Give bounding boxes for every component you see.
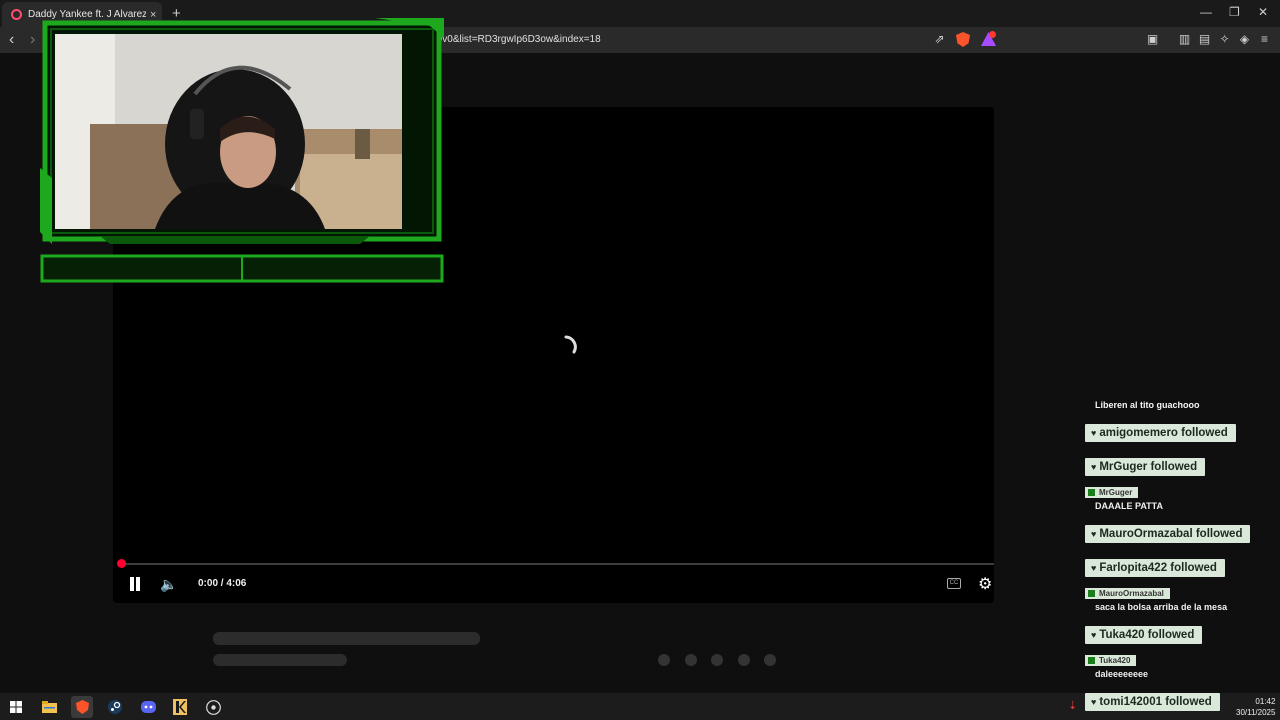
wallet-icon[interactable]: ▤ (1198, 33, 1211, 46)
heart-icon: ♥ (1091, 697, 1097, 707)
windows-start-icon[interactable] (5, 696, 27, 718)
clock-date: 30/11/2025 (1236, 708, 1276, 717)
webcam-name-bar (40, 254, 444, 283)
youtube-favicon-icon (11, 9, 22, 20)
chat-username: MauroOrmazabal (1085, 588, 1170, 599)
follow-alert: ♥ Tuka420 followed (1085, 626, 1203, 644)
chat-message: Liberen al tito guachooo (1095, 400, 1200, 410)
notification-dot (989, 31, 996, 38)
follow-alert: ♥ MauroOrmazabal followed (1085, 525, 1251, 543)
heart-icon: ♥ (1091, 428, 1097, 438)
chat-username: MrGuger (1085, 487, 1139, 498)
progress-bar[interactable] (121, 563, 994, 565)
action-skeleton (738, 654, 750, 666)
kick-badge-icon (1088, 590, 1095, 597)
share-icon[interactable]: ⇗ (933, 33, 946, 46)
follow-alert: ♥ tomi142001 followed (1085, 693, 1220, 711)
steam-icon[interactable] (104, 696, 126, 718)
time-display: 0:00 / 4:06 (198, 578, 247, 589)
volume-icon[interactable]: 🔈 (160, 576, 177, 593)
screenshot-icon[interactable]: ▣ (1146, 33, 1159, 46)
close-window-icon[interactable]: ✕ (1258, 5, 1268, 19)
sidebar-icon[interactable]: ▥ (1178, 33, 1191, 46)
forward-icon[interactable]: › (30, 31, 35, 49)
file-explorer-icon[interactable] (38, 696, 60, 718)
minimize-icon[interactable]: — (1200, 5, 1212, 19)
back-icon[interactable]: ‹ (9, 31, 14, 49)
action-skeleton (711, 654, 723, 666)
restore-icon[interactable]: ❐ (1229, 5, 1240, 19)
chat-username: Tuka420 (1085, 655, 1137, 666)
heart-icon: ♥ (1091, 630, 1097, 640)
channel-skeleton (213, 654, 347, 666)
heart-icon: ♥ (1091, 563, 1097, 573)
brave-icon[interactable] (71, 696, 93, 718)
follow-alert: ♥ amigomemero followed (1085, 424, 1236, 442)
clock-time: 01:42 (1255, 697, 1276, 706)
obs-icon[interactable] (202, 696, 224, 718)
follow-alert: ♥ Farlopita422 followed (1085, 559, 1225, 577)
heart-icon: ♥ (1091, 529, 1097, 539)
subtitles-icon[interactable]: CC (947, 578, 961, 589)
progress-scrubber[interactable] (117, 559, 126, 568)
menu-icon[interactable]: ≡ (1258, 33, 1271, 46)
kick-icon[interactable] (169, 696, 191, 718)
heart-icon: ♥ (1091, 462, 1097, 472)
chat-message: DAAALE PATTA (1095, 501, 1163, 511)
webcam-feed (55, 34, 402, 229)
action-skeleton (658, 654, 670, 666)
chat-message: daleeeeeeee (1095, 669, 1149, 679)
pause-icon[interactable] (128, 577, 142, 591)
action-skeleton (685, 654, 697, 666)
taskbar-clock[interactable]: 01:42 30/11/2025 (1236, 696, 1275, 718)
follow-alert: ♥ MrGuger followed (1085, 458, 1206, 476)
loading-spinner-icon (564, 335, 577, 354)
kick-badge-icon (1088, 657, 1095, 664)
title-skeleton (213, 632, 480, 645)
leo-ai-icon[interactable]: ✧ (1218, 33, 1231, 46)
discord-icon[interactable] (137, 696, 159, 718)
vpn-icon[interactable]: ◈ (1238, 33, 1251, 46)
action-skeleton (764, 654, 776, 666)
settings-gear-icon[interactable]: ⚙ (978, 574, 992, 594)
chat-message: saca la bolsa arriba de la mesa (1095, 602, 1228, 612)
network-alert-icon[interactable]: ⇣ (1068, 699, 1077, 712)
kick-badge-icon (1088, 489, 1095, 496)
